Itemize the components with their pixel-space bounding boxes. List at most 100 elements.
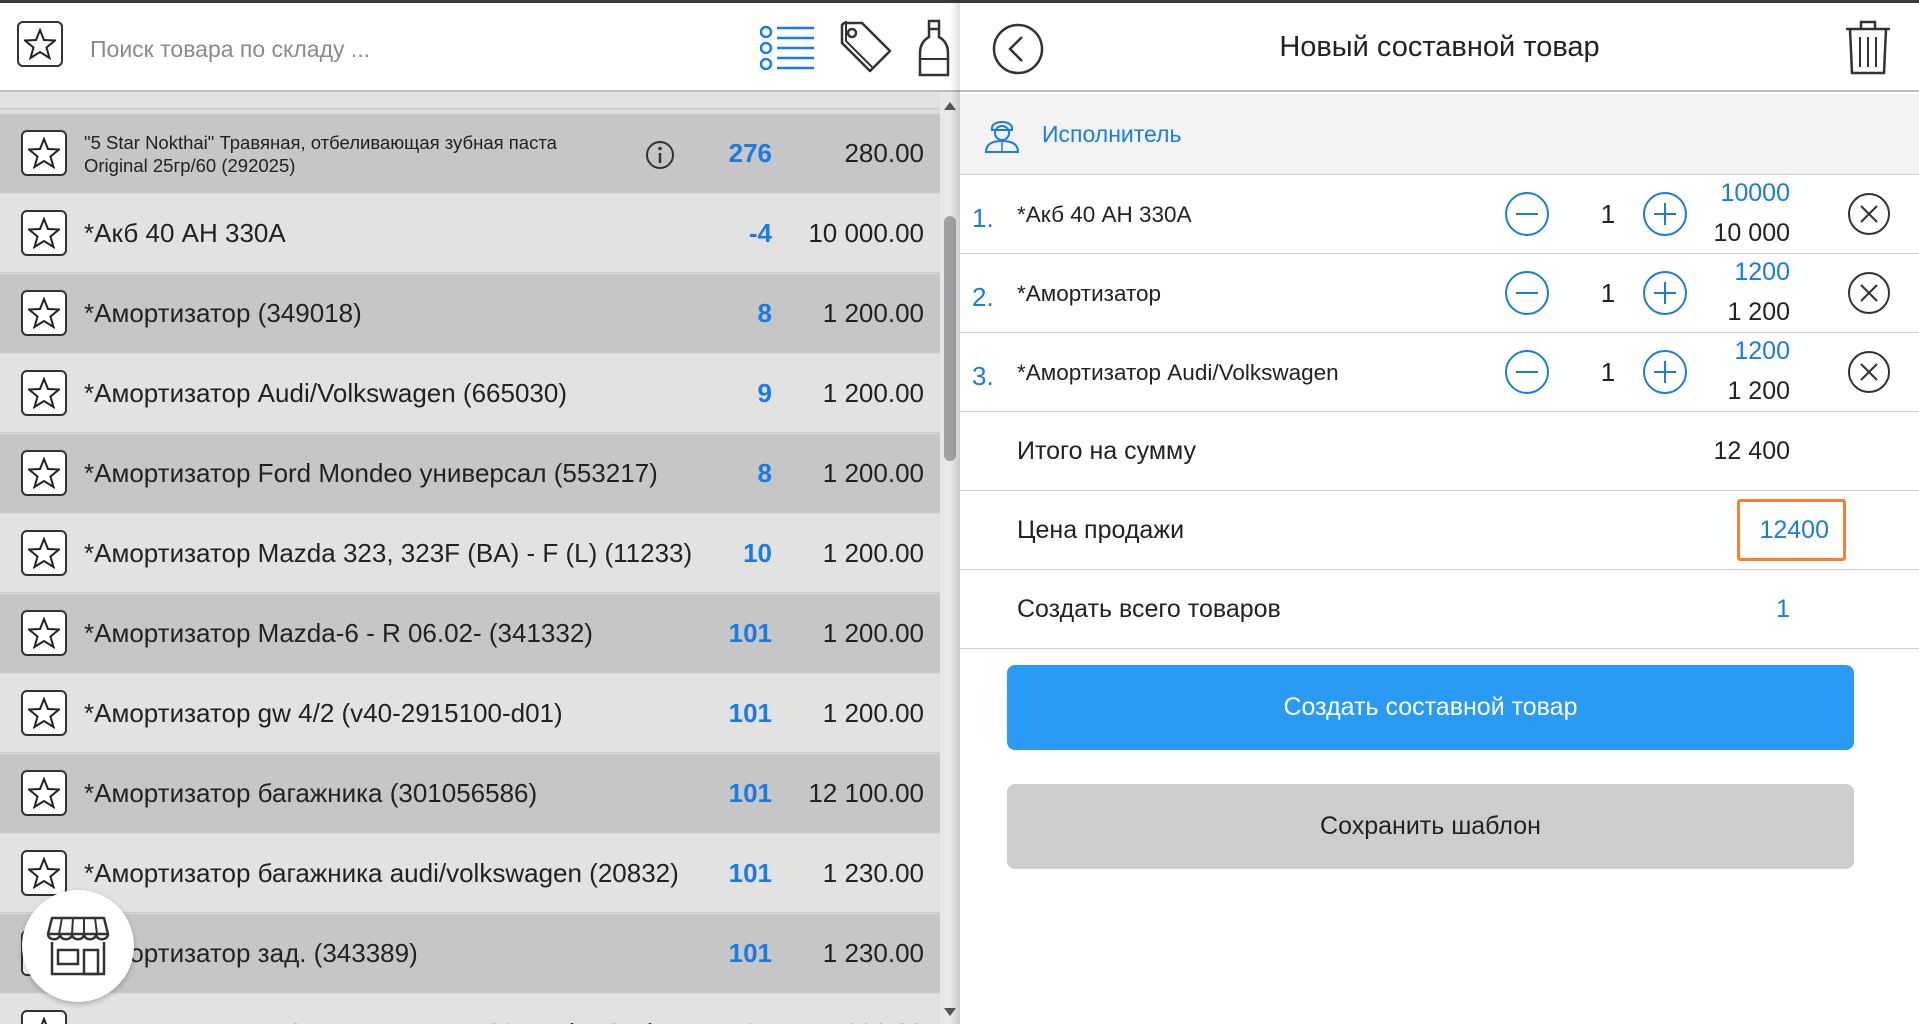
item-name: *Амортизатор bbox=[1017, 280, 1162, 306]
product-price: 1 230.00 bbox=[822, 938, 924, 968]
composite-product-panel: Новый составной товар Исполнитель 1. *Ак… bbox=[960, 0, 1919, 1024]
star-icon bbox=[40, 1017, 48, 1024]
decrease-button[interactable] bbox=[1504, 191, 1550, 237]
product-name: *Амортизатор зад. (343389) bbox=[84, 938, 418, 968]
item-price-input[interactable]: 1200 bbox=[1734, 258, 1790, 287]
favorite-star-button[interactable] bbox=[21, 1010, 67, 1024]
item-price-input[interactable]: 1200 bbox=[1734, 337, 1790, 366]
product-price: 1 200.00 bbox=[822, 298, 924, 328]
product-price: 1 200.00 bbox=[822, 378, 924, 408]
total-row: Итого на сумму 12 400 bbox=[960, 412, 1919, 491]
product-name: *Амортизатор Mazda 323, 323F (BA) - F (L… bbox=[84, 538, 693, 568]
composite-item: 1. *Акб 40 АН 330А 1 10000 10 000 bbox=[960, 175, 1919, 254]
favorite-star-button[interactable] bbox=[21, 130, 67, 176]
search-input[interactable] bbox=[90, 27, 710, 71]
item-name: *Акб 40 АН 330А bbox=[1017, 201, 1192, 227]
product-qty: 9 bbox=[757, 378, 772, 408]
table-row[interactable]: "5 Star Nokthai" Травяная, отбеливающая … bbox=[0, 114, 940, 193]
info-icon[interactable] bbox=[645, 140, 675, 170]
product-price: 1 200.00 bbox=[822, 458, 924, 488]
executor-label[interactable]: Исполнитель bbox=[1042, 94, 1181, 175]
product-qty: 10 bbox=[743, 538, 772, 568]
remove-item-button[interactable] bbox=[1847, 192, 1891, 236]
product-name: *Амортизатор багажника audi/volkswagen (… bbox=[84, 858, 679, 888]
product-price: 1 230.00 bbox=[822, 858, 924, 888]
decrease-button[interactable] bbox=[1504, 349, 1550, 395]
page-title: Новый составной товар bbox=[1279, 31, 1600, 63]
product-qty: 101 bbox=[728, 858, 772, 888]
list-icon[interactable] bbox=[760, 25, 816, 71]
item-count: 1 bbox=[1600, 278, 1616, 308]
favorite-star-button[interactable] bbox=[21, 530, 67, 576]
favorite-star-button[interactable] bbox=[21, 290, 67, 336]
favorite-star-button[interactable] bbox=[21, 450, 67, 496]
product-qty: 101 bbox=[728, 698, 772, 728]
panel-header: Новый составной товар bbox=[960, 3, 1919, 92]
sale-price-label: Цена продажи bbox=[1017, 516, 1185, 544]
table-row[interactable]: *Акб 40 АН 330А -4 10 000.00 bbox=[0, 194, 940, 273]
back-button[interactable] bbox=[992, 23, 1044, 75]
increase-button[interactable] bbox=[1642, 349, 1688, 395]
create-composite-button[interactable]: Создать составной товар bbox=[1007, 665, 1854, 750]
item-total: 1 200 bbox=[1727, 298, 1790, 326]
product-rows: "5 Star Nokthai" Травяная, отбеливающая … bbox=[0, 92, 940, 1024]
store-button[interactable] bbox=[22, 890, 134, 1002]
star-icon bbox=[28, 457, 60, 489]
table-row[interactable]: *Амортизатор Ford Mondeo универсал (5532… bbox=[0, 434, 940, 513]
favorite-star-button[interactable] bbox=[21, 210, 67, 256]
store-icon bbox=[46, 916, 110, 976]
star-icon bbox=[28, 137, 60, 169]
item-number: 3. bbox=[972, 361, 994, 391]
item-total: 1 200 bbox=[1727, 377, 1790, 405]
table-row[interactable]: *Амортизатор багажника audi/volkswagen (… bbox=[0, 834, 940, 913]
table-row[interactable]: *Амортизатор зад. (343389) 101 1 230.00 bbox=[0, 914, 940, 993]
favorite-star-button[interactable] bbox=[21, 690, 67, 736]
table-row[interactable]: *Амортизатор Mazda 323, 323F (BA) - F (L… bbox=[0, 514, 940, 593]
table-row[interactable]: *Амортизатор (349018) 8 1 200.00 bbox=[0, 274, 940, 353]
item-count: 1 bbox=[1600, 357, 1616, 387]
favorite-star-button[interactable] bbox=[21, 610, 67, 656]
product-price: 1 200.00 bbox=[822, 618, 924, 648]
star-icon bbox=[28, 297, 60, 329]
decrease-button[interactable] bbox=[1504, 270, 1550, 316]
favorite-star-button[interactable] bbox=[21, 370, 67, 416]
remove-item-button[interactable] bbox=[1847, 271, 1891, 315]
product-price: 1 200.00 bbox=[822, 698, 924, 728]
table-row[interactable]: *Амортизатор Mazda-6 - R 06.02- (341332)… bbox=[0, 594, 940, 673]
product-qty: 101 bbox=[728, 938, 772, 968]
increase-button[interactable] bbox=[1642, 191, 1688, 237]
save-template-button[interactable]: Сохранить шаблон bbox=[1007, 784, 1854, 869]
item-price-input[interactable]: 10000 bbox=[1720, 179, 1790, 208]
trash-icon[interactable] bbox=[1844, 19, 1892, 75]
product-price: 1 200.00 bbox=[822, 538, 924, 568]
star-icon bbox=[28, 617, 60, 649]
product-price: 12 100.00 bbox=[808, 778, 924, 808]
product-qty: 101 bbox=[729, 994, 772, 1024]
product-name: *Амортизатор Ford Mondeo универсал (5532… bbox=[84, 458, 658, 488]
product-qty: 101 bbox=[728, 778, 772, 808]
favorites-star-button[interactable] bbox=[17, 21, 63, 67]
item-count: 1 bbox=[1600, 199, 1616, 229]
star-icon bbox=[28, 537, 60, 569]
chevron-left-icon bbox=[1008, 36, 1023, 62]
product-name: *Акб 40 АН 330А bbox=[84, 218, 286, 248]
favorite-star-button[interactable] bbox=[21, 850, 67, 896]
item-name: *Амортизатор Audi/Volkswagen bbox=[1017, 359, 1339, 385]
table-row[interactable]: *Амортизатор gw 4/2 (v40-2915100-d01) 10… bbox=[0, 674, 940, 753]
remove-item-button[interactable] bbox=[1847, 350, 1891, 394]
executor-selector[interactable]: Исполнитель bbox=[960, 94, 1919, 175]
table-row[interactable] bbox=[0, 92, 940, 109]
table-row[interactable]: *Амортизатор ... SUZUKI VITARA 98 - R (R… bbox=[0, 994, 940, 1024]
create-count-input[interactable]: 1 bbox=[1776, 570, 1790, 649]
star-icon bbox=[28, 857, 60, 889]
product-price: 10 000.00 bbox=[808, 218, 924, 248]
favorite-star-button[interactable] bbox=[21, 770, 67, 816]
bottle-icon[interactable] bbox=[916, 19, 952, 77]
price-tag-icon[interactable] bbox=[838, 19, 894, 75]
table-row[interactable]: *Амортизатор багажника (301056586) 101 1… bbox=[0, 754, 940, 833]
star-icon bbox=[28, 377, 60, 409]
product-name: *Амортизатор багажника (301056586) bbox=[84, 778, 538, 808]
sale-price-input[interactable]: 12400 bbox=[1737, 499, 1846, 561]
increase-button[interactable] bbox=[1642, 270, 1688, 316]
table-row[interactable]: *Амортизатор Audi/Volkswagen (665030) 9 … bbox=[0, 354, 940, 433]
